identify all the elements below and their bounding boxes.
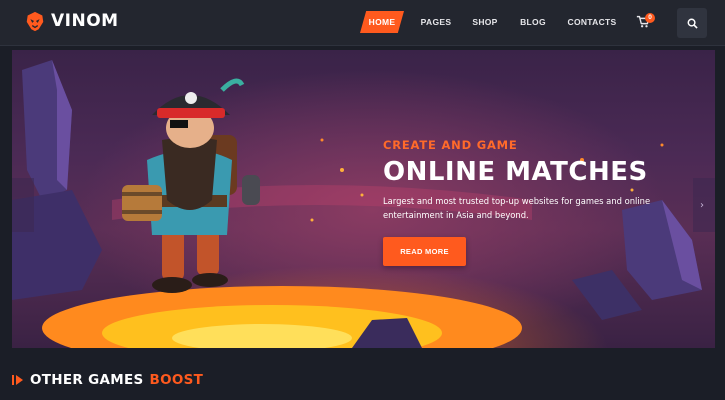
slider-prev-tab[interactable] [12, 178, 34, 232]
search-button[interactable] [677, 8, 707, 38]
nav-item-blog[interactable]: BLOG [508, 11, 558, 33]
hero-description: Largest and most trusted top-up websites… [383, 196, 651, 220]
play-marker-icon [12, 375, 23, 385]
search-icon [687, 18, 698, 29]
main-nav: HOME PAGES SHOP BLOG CONTACTS [360, 11, 626, 33]
logo-mark-icon [26, 11, 44, 32]
site-header: VINOM HOME PAGES SHOP BLOG CONTACTS 0 [0, 0, 725, 46]
read-more-button[interactable]: READ MORE [383, 237, 466, 266]
section-heading: OTHER GAMES BOOST [12, 372, 203, 388]
nav-item-pages[interactable]: PAGES [410, 11, 462, 33]
cart-count-badge: 0 [645, 13, 655, 23]
slider-next-tab[interactable] [693, 178, 715, 232]
hero-headline: ONLINE MATCHES [383, 157, 648, 187]
logo[interactable]: VINOM [24, 10, 119, 32]
chevron-right-icon[interactable]: › [700, 200, 704, 211]
logo-text: VINOM [51, 11, 119, 31]
section-title-accent: BOOST [149, 372, 204, 388]
hero-kicker: CREATE AND GAME [383, 138, 518, 152]
nav-item-shop[interactable]: SHOP [462, 11, 508, 33]
hero-text-block: CREATE AND GAME ONLINE MATCHES Largest a… [383, 138, 673, 222]
section-title-prefix: OTHER GAMES [30, 372, 144, 388]
nav-item-contacts[interactable]: CONTACTS [558, 11, 626, 33]
hero-banner: CREATE AND GAME ONLINE MATCHES Largest a… [12, 50, 715, 348]
nav-item-home[interactable]: HOME [360, 11, 404, 33]
